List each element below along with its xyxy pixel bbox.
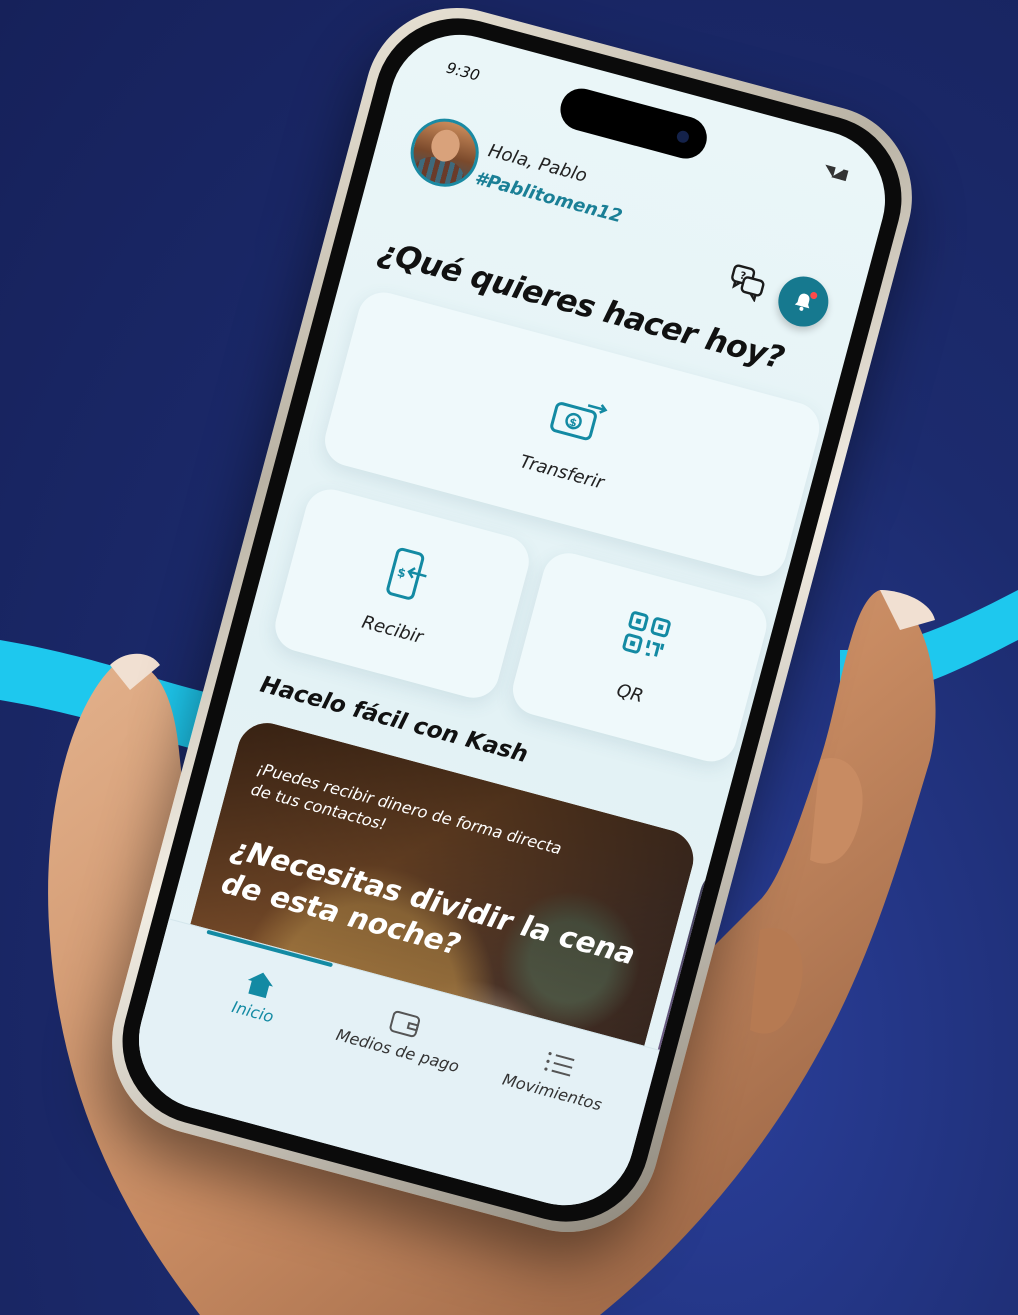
notifications-button[interactable] <box>772 270 834 333</box>
qr-code-icon <box>622 611 671 657</box>
app-screen: 9:30 ◥◢▮ Hola, Pablo #Pablitomen12 ? ¿Qu… <box>123 19 901 1221</box>
dynamic-island <box>555 83 712 164</box>
phone-frame: 9:30 ◥◢▮ Hola, Pablo #Pablitomen12 ? ¿Qu… <box>91 0 933 1253</box>
home-icon <box>247 972 273 999</box>
phone-mockup: 9:30 ◥◢▮ Hola, Pablo #Pablitomen12 ? ¿Qu… <box>82 0 962 1270</box>
signal-icon: ◥◢▮ <box>821 161 849 184</box>
money-transfer-icon: $ <box>550 402 608 441</box>
list-icon <box>544 1052 575 1077</box>
wallet-icon <box>389 1010 421 1038</box>
phone-bezel: 9:30 ◥◢▮ Hola, Pablo #Pablitomen12 ? ¿Qu… <box>103 0 921 1241</box>
qr-label: QR <box>614 679 646 708</box>
camera-icon <box>675 129 691 145</box>
receive-label: Recibir <box>359 611 426 649</box>
svg-text:$: $ <box>396 565 408 581</box>
status-time: 9:30 <box>444 58 482 85</box>
receive-button[interactable]: $ Recibir <box>269 483 535 704</box>
chat-bubbles-icon[interactable]: ? <box>726 261 770 303</box>
qr-button[interactable]: QR <box>507 547 773 768</box>
phone-receive-money-icon: $ <box>386 547 427 600</box>
